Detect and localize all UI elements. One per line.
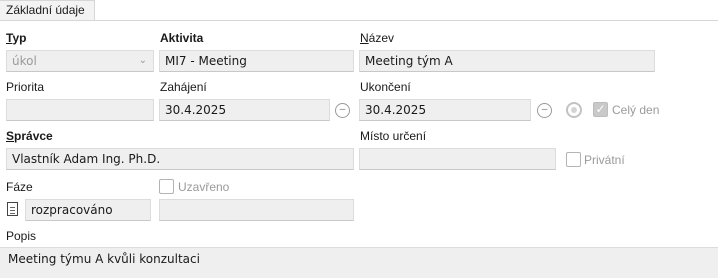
clock-icon[interactable]: – [335, 103, 350, 118]
popis-textarea[interactable]: Meeting týmu A kvůli konzultaci [0, 247, 718, 278]
spravce-field[interactable]: Vlastník Adam Ing. Ph.D. [6, 148, 354, 170]
uzavreno-label: Uzavřeno [178, 180, 230, 194]
misto-urceni-field[interactable] [359, 148, 556, 170]
aktivita-field[interactable]: MI7 - Meeting [159, 50, 354, 72]
typ-value: úkol [12, 54, 37, 68]
priorita-label: Priorita [6, 80, 45, 94]
tab-zakladni-udaje[interactable]: Základní údaje [0, 0, 95, 20]
priorita-field[interactable] [6, 99, 154, 121]
aktivita-label: Aktivita [160, 31, 204, 45]
nazev-label: Název [360, 31, 395, 45]
privatni-label: Privátní [584, 153, 625, 167]
cely-den-label: Celý den [612, 103, 660, 117]
zahajeni-label: Zahájení [160, 80, 207, 94]
zahajeni-field[interactable]: 30.4.2025 [159, 99, 330, 121]
spravce-label: Správce [6, 129, 53, 143]
ukonceni-label: Ukončení [360, 80, 411, 94]
recurrence-icon[interactable] [566, 102, 582, 118]
document-icon[interactable] [7, 202, 18, 216]
faze-extra-field[interactable] [159, 199, 354, 221]
clock-icon[interactable]: – [537, 103, 552, 118]
typ-label: Typ [6, 31, 27, 45]
faze-field[interactable]: rozpracováno [25, 199, 151, 221]
misto-urceni-label: Místo určení [360, 129, 427, 143]
ukonceni-field[interactable]: 30.4.2025 [359, 99, 531, 121]
faze-label: Fáze [6, 180, 33, 194]
uzavreno-checkbox[interactable] [159, 179, 174, 194]
cely-den-checkbox[interactable]: ✓ [593, 102, 608, 117]
typ-select[interactable]: úkol ⌄ [6, 50, 154, 72]
chevron-down-icon: ⌄ [138, 55, 147, 66]
privatni-checkbox[interactable] [566, 152, 581, 167]
popis-label: Popis [6, 229, 37, 243]
tab-bar: Základní údaje [0, 0, 718, 21]
nazev-field[interactable]: Meeting tým A [359, 50, 655, 72]
